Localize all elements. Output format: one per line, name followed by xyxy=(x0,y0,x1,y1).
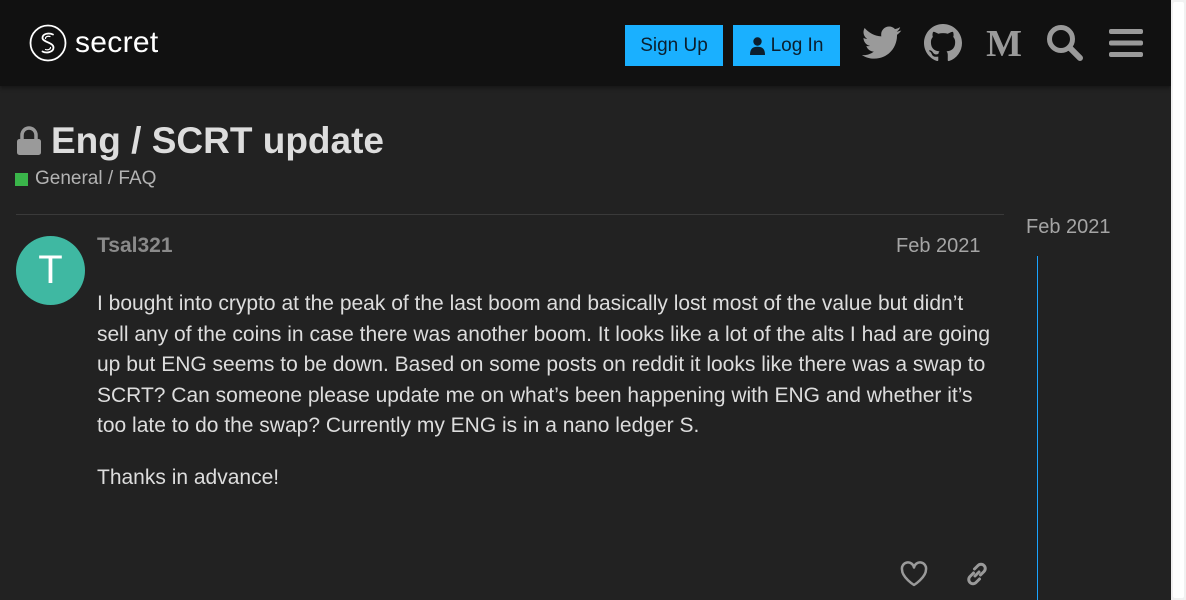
medium-link[interactable]: M xyxy=(983,22,1025,64)
post-paragraph: I bought into crypto at the peak of the … xyxy=(97,292,991,437)
search-button[interactable] xyxy=(1044,22,1086,64)
medium-icon: M xyxy=(986,26,1022,60)
hamburger-menu-icon xyxy=(1109,29,1143,57)
category-badge[interactable]: General / FAQ xyxy=(15,168,156,190)
timeline-date[interactable]: Feb 2021 xyxy=(1026,216,1111,239)
post-username[interactable]: Tsal321 xyxy=(97,234,173,258)
sign-up-button[interactable]: Sign Up xyxy=(625,25,723,66)
secret-logo-icon xyxy=(29,24,67,62)
topic-title: Eng / SCRT update xyxy=(16,120,384,162)
lock-icon xyxy=(17,126,41,155)
topic-title-text[interactable]: Eng / SCRT update xyxy=(51,120,384,162)
scrollbar-thumb[interactable] xyxy=(1173,2,1184,598)
twitter-icon xyxy=(862,26,902,59)
twitter-link[interactable] xyxy=(861,22,903,64)
search-icon xyxy=(1047,25,1083,61)
github-icon xyxy=(924,24,962,62)
like-button[interactable] xyxy=(898,558,930,590)
share-link-button[interactable] xyxy=(961,558,993,590)
post-body: I bought into crypto at the peak of the … xyxy=(97,289,997,514)
site-logo[interactable]: secret xyxy=(29,24,159,62)
logo-text: secret xyxy=(75,26,159,59)
site-header: secret Sign Up Log In M xyxy=(0,0,1171,86)
category-name: General / FAQ xyxy=(35,168,157,189)
svg-text:M: M xyxy=(986,26,1022,60)
timeline-scroller-line[interactable] xyxy=(1037,256,1038,600)
github-link[interactable] xyxy=(922,22,964,64)
user-icon xyxy=(749,36,765,55)
link-icon xyxy=(967,562,987,586)
log-in-button[interactable]: Log In xyxy=(733,25,840,66)
avatar[interactable]: T xyxy=(16,236,85,305)
topic-divider xyxy=(16,214,1004,215)
post-date[interactable]: Feb 2021 xyxy=(896,235,981,258)
log-in-label: Log In xyxy=(770,34,824,56)
post-paragraph: Thanks in advance! xyxy=(97,465,280,489)
category-color-square xyxy=(15,172,28,186)
heart-icon xyxy=(900,561,928,587)
menu-button[interactable] xyxy=(1105,22,1147,64)
